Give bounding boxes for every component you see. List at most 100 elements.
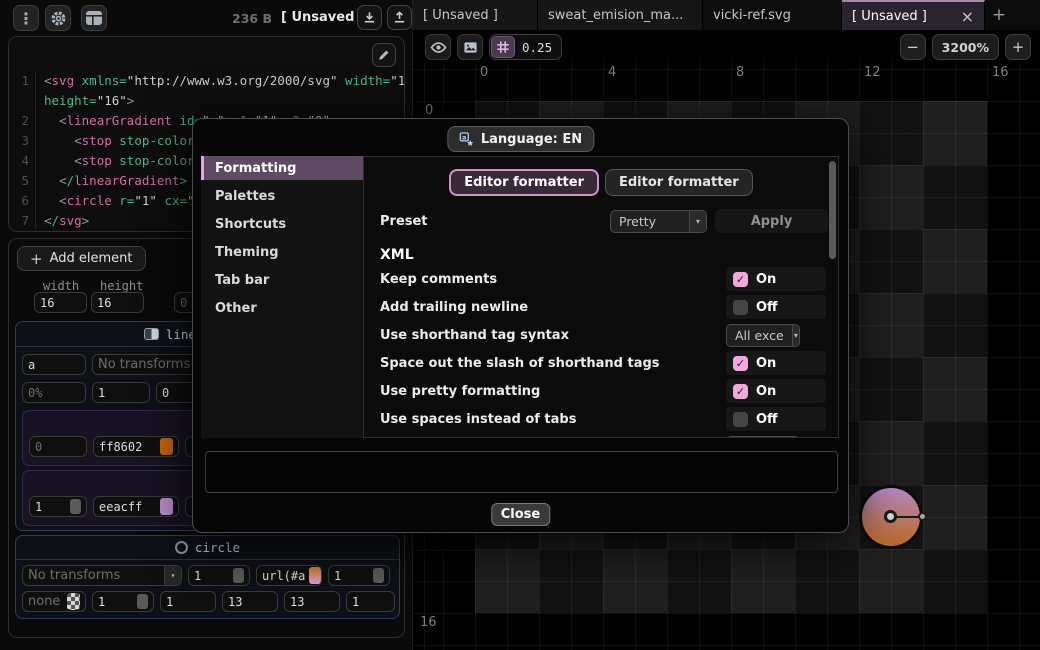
circle-fill-opacity-input[interactable]: 1: [328, 565, 390, 586]
close-button[interactable]: Close: [491, 503, 550, 526]
checkbox[interactable]: ✓: [733, 356, 748, 371]
fill-gradient-swatch[interactable]: [309, 567, 322, 584]
add-element-button[interactable]: + Add element: [17, 246, 146, 271]
grid-size-input[interactable]: 0.25: [516, 40, 561, 55]
sidebar-item-tab-bar[interactable]: Tab bar: [201, 268, 363, 292]
tab-3[interactable]: vicki-ref.svg: [703, 0, 842, 30]
ruler-x-4: 4: [608, 65, 616, 80]
toggle-state-label: Off: [756, 412, 778, 427]
stop-1-color-input[interactable]: ff8602: [93, 436, 179, 457]
download-button[interactable]: [357, 5, 382, 30]
tab-4[interactable]: [ Unsaved ]×: [842, 0, 985, 30]
ruler-x-0: 0: [480, 65, 488, 80]
setting-row: ▾: [364, 433, 838, 438]
toggle-control[interactable]: ✓On: [726, 267, 826, 291]
checkbox[interactable]: [733, 412, 748, 427]
setting-select[interactable]: ▾: [726, 436, 800, 439]
circle-header[interactable]: circle: [16, 536, 399, 560]
dropdown-arrow-icon: ▾: [782, 437, 799, 439]
code-text: </svg>: [35, 211, 89, 229]
line-number: 2: [9, 111, 35, 131]
number-drag-handle[interactable]: [137, 594, 148, 609]
setting-label: Add trailing newline: [380, 300, 726, 315]
setting-row: Space out the slash of shorthand tags✓On: [364, 349, 838, 377]
editor-formatter-tab[interactable]: Editor formatter: [605, 169, 753, 196]
sidebar-item-theming[interactable]: Theming: [201, 240, 363, 264]
circle-stroke-opacity-input[interactable]: 1: [92, 591, 154, 612]
circle-transforms-select[interactable]: No transforms ▾: [22, 565, 182, 586]
tab-bar: [ Unsaved ]sweat_emision_ma...vicki-ref.…: [413, 0, 1040, 30]
apply-button[interactable]: Apply: [715, 209, 828, 233]
translate-icon: a: [459, 132, 474, 147]
circle-r-input[interactable]: 1: [346, 591, 395, 612]
settings-sidebar: Formatting Palettes Shortcuts Theming Tab ba…: [201, 156, 363, 438]
settings-gear-button[interactable]: [45, 5, 71, 31]
tab-2[interactable]: sweat_emision_ma...: [538, 0, 703, 30]
sidebar-item-formatting[interactable]: Formatting: [201, 156, 363, 180]
pencil-icon: [377, 48, 391, 62]
stroke-color-swatch[interactable]: [67, 593, 80, 610]
stop-2-offset-input[interactable]: 1: [29, 496, 87, 517]
grid-toggle-button[interactable]: [491, 36, 515, 58]
number-drag-handle[interactable]: [233, 568, 244, 583]
dropdown-arrow-icon[interactable]: ▾: [164, 566, 181, 585]
stop-1-color-swatch[interactable]: [160, 438, 173, 455]
stop-1-offset-input[interactable]: 0: [29, 436, 87, 457]
ruler-x-16: 16: [992, 65, 1009, 80]
code-text: <svg xmlns="http://www.w3.org/2000/svg" …: [35, 71, 404, 91]
upload-button[interactable]: [387, 5, 412, 30]
toggle-control[interactable]: ✓On: [726, 379, 826, 403]
preset-select[interactable]: Pretty ▾: [610, 210, 707, 233]
dialog-scrollbar[interactable]: [829, 161, 836, 259]
circle-cx-input[interactable]: 13: [222, 591, 278, 612]
circle-stroke-width-input[interactable]: 1: [160, 591, 216, 612]
line-number: [9, 91, 35, 111]
setting-select[interactable]: All exce▾: [726, 324, 800, 347]
layout-icon: [86, 11, 102, 25]
checkbox[interactable]: ✓: [733, 384, 748, 399]
circle-fill-input[interactable]: url(#a: [256, 565, 322, 586]
setting-description-box: [205, 451, 838, 493]
gradient-x1-input[interactable]: 1: [92, 382, 150, 403]
center-handle[interactable]: [884, 510, 897, 523]
stop-2-color-input[interactable]: eeacff: [93, 496, 179, 517]
zoom-level[interactable]: 3200%: [932, 34, 999, 60]
toggle-control[interactable]: Off: [726, 295, 826, 319]
circle-stroke-input[interactable]: none: [22, 591, 86, 612]
editor-formatter-tab-active[interactable]: Editor formatter: [449, 169, 599, 196]
circle-cy-input[interactable]: 13: [284, 591, 340, 612]
sidebar-item-shortcuts[interactable]: Shortcuts: [201, 212, 363, 236]
checkbox[interactable]: ✓: [733, 272, 748, 287]
ruler-y-16: 16: [420, 615, 437, 630]
zoom-in-button[interactable]: +: [1005, 34, 1031, 60]
height-input[interactable]: 16: [91, 292, 144, 313]
zoom-out-button[interactable]: −: [900, 34, 926, 60]
setting-label: Use spaces instead of tabs: [380, 412, 726, 427]
edit-code-button[interactable]: [372, 43, 396, 67]
width-input[interactable]: 16: [34, 292, 87, 313]
preset-label: Preset: [380, 214, 610, 229]
checkbox[interactable]: [733, 300, 748, 315]
language-button[interactable]: a Language: EN: [447, 126, 594, 152]
tab-close-icon[interactable]: ×: [961, 7, 974, 26]
toggle-control[interactable]: ✓On: [726, 351, 826, 375]
sidebar-item-palettes[interactable]: Palettes: [201, 184, 363, 208]
setting-label: Use shorthand tag syntax: [380, 328, 726, 343]
tab-1[interactable]: [ Unsaved ]: [413, 0, 538, 30]
stop-2-color-swatch[interactable]: [160, 498, 173, 515]
number-drag-handle[interactable]: [70, 499, 81, 514]
gradient-id-input[interactable]: a: [22, 354, 86, 375]
new-tab-button[interactable]: +: [985, 0, 1013, 30]
background-image-button[interactable]: [457, 34, 483, 60]
number-drag-handle[interactable]: [373, 568, 384, 583]
radius-handle[interactable]: [918, 512, 927, 521]
preview-eye-button[interactable]: [425, 34, 451, 60]
gradient-offset-input[interactable]: 0%: [22, 382, 86, 403]
circle-title: circle: [195, 540, 240, 555]
circle-opacity-input[interactable]: 1: [188, 565, 250, 586]
xml-section-heading: XML: [380, 247, 838, 263]
toggle-control[interactable]: Off: [726, 407, 826, 431]
kebab-menu-button[interactable]: ⋮: [13, 5, 39, 31]
layout-panels-button[interactable]: [81, 5, 107, 31]
sidebar-item-other[interactable]: Other: [201, 296, 363, 320]
